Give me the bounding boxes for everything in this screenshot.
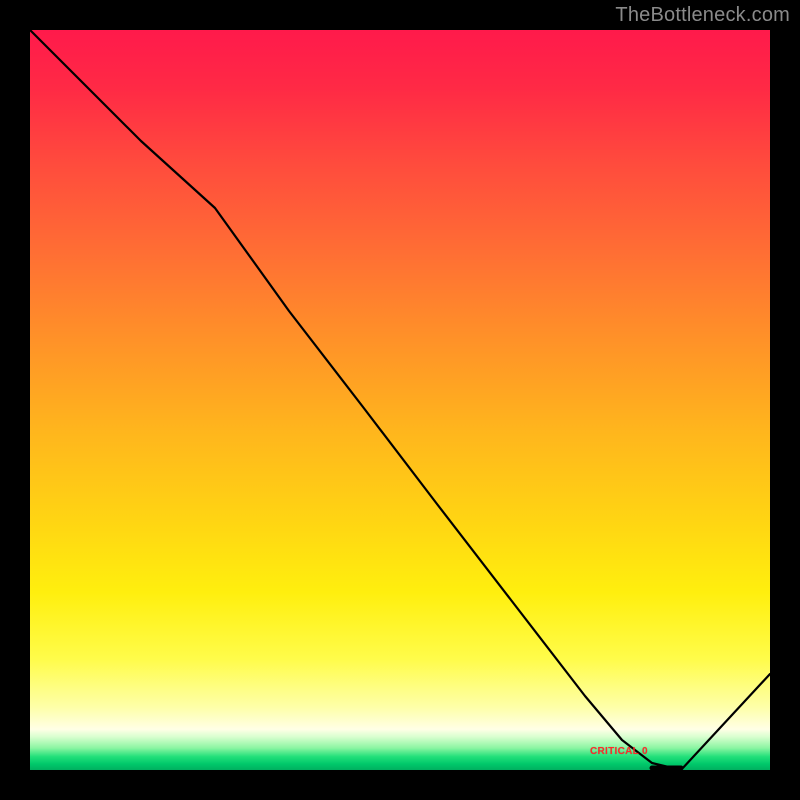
heat-gradient-background <box>30 30 770 770</box>
watermark-text: TheBottleneck.com <box>615 4 790 27</box>
critical-marker-label: CRITICAL 0 <box>590 746 648 757</box>
plot-area: CRITICAL 0 <box>30 30 770 770</box>
chart-frame: TheBottleneck.com CRITICAL 0 <box>0 0 800 800</box>
